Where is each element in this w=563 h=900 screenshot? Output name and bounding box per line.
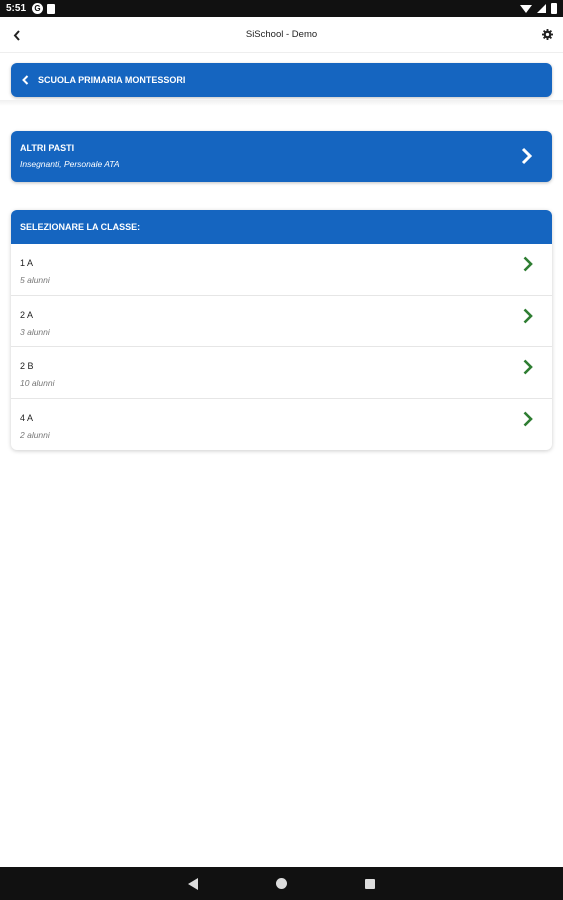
gear-icon xyxy=(541,28,553,40)
nav-back-icon[interactable] xyxy=(188,877,198,890)
class-name: 4 A xyxy=(20,412,34,423)
status-bar: 5:51 G xyxy=(0,0,563,17)
battery-icon xyxy=(551,3,557,14)
altri-pasti-card[interactable]: ALTRI PASTI Insegnanti, Personale ATA xyxy=(11,131,552,182)
system-icons xyxy=(520,3,557,14)
classes-header-label: SELEZIONARE LA CLASSE: xyxy=(20,222,141,232)
class-count: 2 alunni xyxy=(20,429,50,440)
g-icon: G xyxy=(32,3,44,14)
class-row[interactable]: 2 A 3 alunni xyxy=(11,296,552,347)
class-name: 1 A xyxy=(20,258,34,268)
app-bar: SiSchool - Demo xyxy=(0,17,563,53)
settings-button[interactable] xyxy=(540,27,554,41)
wifi-icon xyxy=(520,4,532,13)
chevron-right-icon xyxy=(523,308,533,323)
chevron-right-icon xyxy=(523,256,533,272)
class-count: 10 alunni xyxy=(20,378,55,388)
altri-pasti-subtitle: Insegnanti, Personale ATA xyxy=(20,159,120,169)
chevron-right-icon xyxy=(523,411,533,426)
chevron-right-icon xyxy=(523,359,533,375)
chevron-right-icon xyxy=(521,147,533,165)
app-title: SiSchool - Demo xyxy=(245,29,318,40)
altri-pasti-title: ALTRI PASTI xyxy=(20,143,75,153)
chevron-left-icon xyxy=(20,74,30,86)
status-time: 5:51 xyxy=(6,3,27,14)
classes-card: SELEZIONARE LA CLASSE: 1 A 5 alunni 2 A … xyxy=(11,210,552,450)
class-name: 2 A xyxy=(20,309,34,320)
chevron-left-icon xyxy=(13,29,20,41)
class-count: 5 alunni xyxy=(20,275,50,285)
file-icon xyxy=(47,3,56,14)
class-name: 2 B xyxy=(20,361,34,371)
class-row[interactable]: 2 B 10 alunni xyxy=(11,347,552,399)
system-nav-bar xyxy=(0,867,563,900)
school-name: SCUOLA PRIMARIA MONTESSORI xyxy=(38,75,186,85)
classes-header: SELEZIONARE LA CLASSE: xyxy=(11,210,552,244)
class-row[interactable]: 4 A 2 alunni xyxy=(11,399,552,451)
divider xyxy=(0,100,563,106)
back-button[interactable] xyxy=(9,25,25,45)
signal-icon xyxy=(537,4,546,13)
school-selector[interactable]: SCUOLA PRIMARIA MONTESSORI xyxy=(11,63,552,97)
nav-recents-icon[interactable] xyxy=(365,878,375,889)
class-row[interactable]: 1 A 5 alunni xyxy=(11,244,552,296)
class-count: 3 alunni xyxy=(20,326,50,337)
nav-home-icon[interactable] xyxy=(276,878,287,889)
